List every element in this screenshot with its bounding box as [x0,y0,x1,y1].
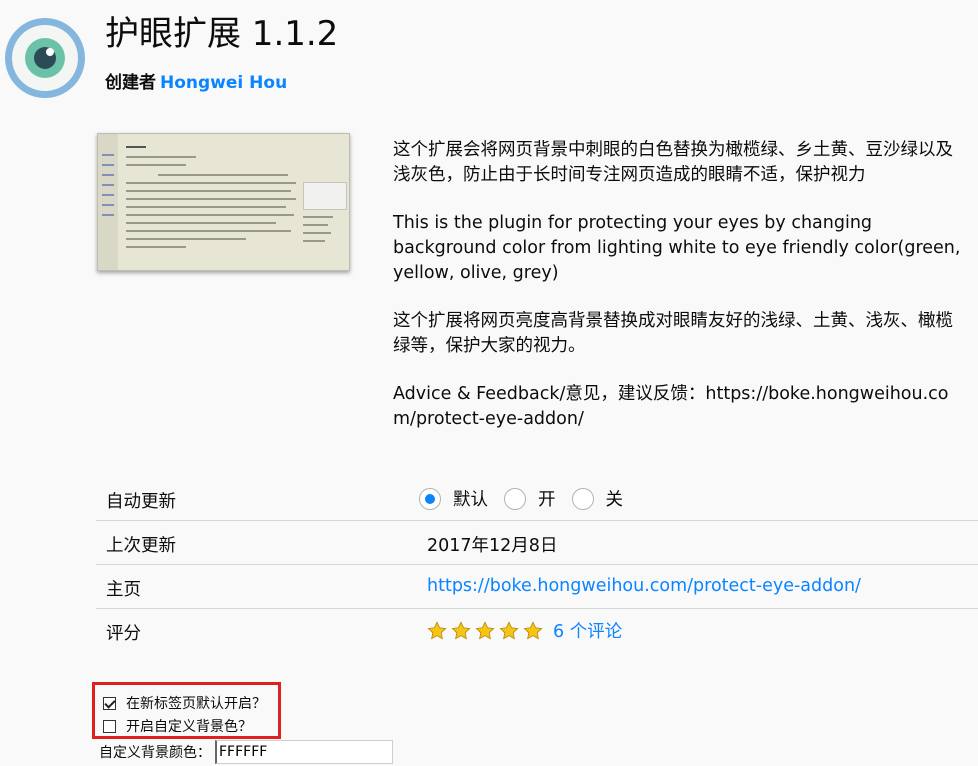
rating-stars [427,620,547,641]
star-icon [523,620,543,639]
star-icon [427,620,447,639]
new-tab-default-option[interactable]: 在新标签页默认开启？ [103,693,266,713]
homepage-row: 主页 https://boke.hongweihou.com/protect-e… [96,565,978,609]
addon-details: 自动更新 默认 开 关 上次更新 2017年12月8日 主页 https://b… [96,477,978,652]
creator-label: 创建者 [105,73,156,93]
auto-update-label: 自动更新 [106,492,176,512]
creator-link[interactable]: Hongwei Hou [160,73,287,93]
radio-unchecked-icon[interactable] [504,487,526,510]
description-paragraph: 这个扩展会将网页背景中刺眼的白色替换为橄榄绿、乡土黄、豆沙绿以及浅灰色，防止由于… [393,140,953,185]
checkbox-checked-icon[interactable] [103,696,116,710]
addon-eye-icon [5,18,85,98]
custom-color-row: 自定义背景颜色： [99,740,393,764]
addon-description: 这个扩展会将网页背景中刺眼的白色替换为橄榄绿、乡土黄、豆沙绿以及浅灰色，防止由于… [393,138,968,455]
addon-screenshot-thumbnail[interactable] [97,133,350,271]
radio-label: 关 [605,490,624,510]
description-paragraph: Advice & Feedback/意见，建议反馈：https://boke.h… [393,384,949,429]
description-paragraph: 这个扩展将网页亮度高背景替换成对眼睛友好的浅绿、土黄、浅灰、橄榄绿等，保护大家的… [393,311,953,356]
checkbox-unchecked-icon[interactable] [103,719,116,733]
radio-checked-icon[interactable] [419,487,441,510]
auto-update-on-radio[interactable]: 开 [504,486,556,511]
custom-color-input[interactable] [215,740,393,764]
star-icon [475,620,495,639]
last-updated-label: 上次更新 [106,536,176,556]
star-icon [451,620,471,639]
custom-bg-option[interactable]: 开启自定义背景色？ [103,716,252,736]
homepage-label: 主页 [106,580,141,600]
reviews-link[interactable]: 6 个评论 [553,622,622,642]
auto-update-row: 自动更新 默认 开 关 [96,477,978,521]
homepage-link[interactable]: https://boke.hongweihou.com/protect-eye-… [427,576,861,596]
auto-update-radio-group: 默认 开 关 [419,486,639,511]
auto-update-default-radio[interactable]: 默认 [419,486,488,511]
custom-bg-label: 开启自定义背景色？ [126,719,252,735]
description-paragraph: This is the plugin for protecting your e… [393,213,961,283]
new-tab-default-label: 在新标签页默认开启？ [126,696,266,712]
star-icon [499,620,519,639]
custom-color-label: 自定义背景颜色： [99,745,211,761]
radio-label: 开 [538,490,556,510]
last-updated-row: 上次更新 2017年12月8日 [96,521,978,565]
radio-unchecked-icon[interactable] [571,487,594,510]
addon-title: 护眼扩展 1.1.2 [105,14,339,54]
rating-label: 评分 [106,624,141,644]
auto-update-off-radio[interactable]: 关 [571,486,624,511]
radio-label: 默认 [453,490,488,510]
creator-line: 创建者 Hongwei Hou [105,68,287,93]
rating-row: 评分 6 个评论 [96,609,978,652]
last-updated-value: 2017年12月8日 [427,536,558,556]
